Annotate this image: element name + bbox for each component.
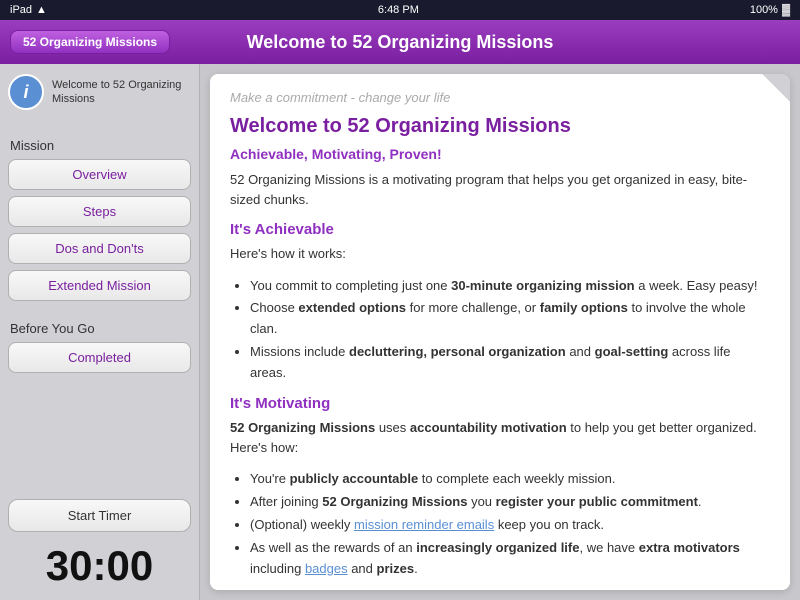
content-title: Welcome to 52 Organizing Missions — [230, 115, 770, 138]
battery-label: 100% — [750, 4, 778, 16]
carrier-label: iPad — [10, 4, 32, 16]
status-bar: iPad ▲ 6:48 PM 100% ▓ — [0, 0, 800, 20]
steps-button[interactable]: Steps — [8, 196, 191, 227]
list-item: (Optional) weekly mission reminder email… — [250, 515, 770, 536]
section-motivating-body: 52 Organizing Missions uses accountabili… — [230, 418, 770, 457]
content-subtitle: Achievable, Motivating, Proven! — [230, 146, 770, 162]
header-title: Welcome to 52 Organizing Missions — [247, 32, 554, 53]
content-card: Make a commitment - change your life Wel… — [210, 74, 790, 590]
mission-section-label: Mission — [8, 138, 191, 153]
timer-display: 30:00 — [8, 542, 191, 590]
list-item: You commit to completing just one 30-min… — [250, 276, 770, 297]
list-item: You're publicly accountable to complete … — [250, 469, 770, 490]
list-item: Choose extended options for more challen… — [250, 298, 770, 340]
extended-mission-button[interactable]: Extended Mission — [8, 270, 191, 301]
content-area: Make a commitment - change your life Wel… — [200, 64, 800, 600]
list-item: After joining 52 Organizing Missions you… — [250, 492, 770, 513]
section-achievable-body: Here's how it works: — [230, 244, 770, 264]
list-item: Missions include decluttering, personal … — [250, 342, 770, 384]
overview-button[interactable]: Overview — [8, 159, 191, 190]
status-time: 6:48 PM — [378, 4, 419, 16]
main-layout: i Welcome to 52 Organizing Missions Miss… — [0, 64, 800, 600]
badges-link[interactable]: badges — [305, 561, 348, 576]
start-timer-button[interactable]: Start Timer — [8, 499, 191, 532]
before-you-go-label: Before You Go — [8, 321, 191, 336]
sidebar-app-header: i Welcome to 52 Organizing Missions — [8, 74, 191, 118]
section-achievable-title: It's Achievable — [230, 221, 770, 238]
completed-button[interactable]: Completed — [8, 342, 191, 373]
info-icon: i — [8, 74, 44, 110]
content-intro: 52 Organizing Missions is a motivating p… — [230, 170, 770, 209]
section-motivating-list: You're publicly accountable to complete … — [250, 469, 770, 579]
section-achievable-list: You commit to completing just one 30-min… — [250, 276, 770, 384]
header: 52 Organizing Missions Welcome to 52 Org… — [0, 20, 800, 64]
list-item: As well as the rewards of an increasingl… — [250, 538, 770, 580]
battery-icon: ▓ — [782, 4, 790, 16]
sidebar-app-title: Welcome to 52 Organizing Missions — [52, 78, 191, 107]
dos-donts-button[interactable]: Dos and Don'ts — [8, 233, 191, 264]
back-button[interactable]: 52 Organizing Missions — [10, 30, 170, 54]
sidebar: i Welcome to 52 Organizing Missions Miss… — [0, 64, 200, 600]
wifi-icon: ▲ — [36, 4, 47, 16]
content-tagline: Make a commitment - change your life — [230, 90, 770, 105]
mission-reminder-link[interactable]: mission reminder emails — [354, 517, 494, 532]
section-motivating-title: It's Motivating — [230, 395, 770, 412]
